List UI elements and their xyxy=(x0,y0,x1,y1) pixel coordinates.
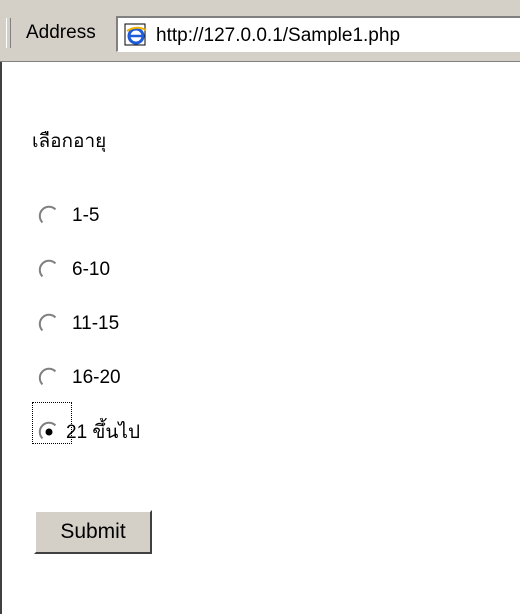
age-option-11-15[interactable]: 11-15 xyxy=(38,310,119,338)
radio-checked-icon[interactable] xyxy=(38,421,60,443)
page-content: เลือกอายุ 1-5 6-10 11-15 16-20 21 ขึ้นไป… xyxy=(0,62,520,614)
submit-button[interactable]: Submit xyxy=(34,510,152,554)
age-option-1-5[interactable]: 1-5 xyxy=(38,202,99,230)
option-label: 21 ขึ้นไป xyxy=(66,422,141,443)
radio-icon[interactable] xyxy=(38,367,60,389)
address-label: Address xyxy=(26,22,96,43)
option-label: 16-20 xyxy=(72,367,121,388)
address-field[interactable]: http://127.0.0.1/Sample1.php xyxy=(116,16,520,52)
age-option-6-10[interactable]: 6-10 xyxy=(38,256,110,284)
age-prompt: เลือกอายุ xyxy=(32,131,107,152)
option-label: 11-15 xyxy=(72,313,120,334)
toolbar-grip[interactable] xyxy=(6,18,11,48)
radio-icon[interactable] xyxy=(38,205,60,227)
radio-icon[interactable] xyxy=(38,259,60,281)
age-option-16-20[interactable]: 16-20 xyxy=(38,364,121,392)
radio-icon[interactable] xyxy=(38,313,60,335)
option-label: 6-10 xyxy=(72,259,111,280)
option-label: 1-5 xyxy=(72,205,100,226)
ie-page-icon xyxy=(124,23,147,46)
age-option-21-plus[interactable]: 21 ขึ้นไป xyxy=(38,418,140,446)
address-url[interactable]: http://127.0.0.1/Sample1.php xyxy=(156,25,400,47)
address-bar: Address http://127.0.0.1/Sample1.php xyxy=(0,0,520,62)
